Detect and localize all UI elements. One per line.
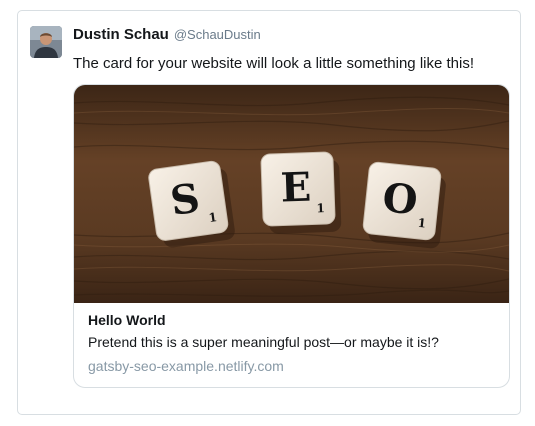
tile-o-value: 1 bbox=[417, 216, 427, 231]
card-body: Hello World Pretend this is a super mean… bbox=[88, 311, 497, 375]
card-domain[interactable]: gatsby-seo-example.netlify.com bbox=[88, 357, 497, 375]
link-preview-card[interactable]: S 1 E 1 O 1 Hello World Pretend this is … bbox=[73, 84, 510, 388]
card-title: Hello World bbox=[88, 312, 166, 328]
avatar-image bbox=[30, 26, 62, 58]
display-name[interactable]: Dustin Schau bbox=[73, 26, 169, 43]
card-description: Pretend this is a super meaningful post—… bbox=[88, 334, 439, 350]
tile-o-letter: O bbox=[380, 174, 420, 224]
tile-e-letter: E bbox=[280, 164, 312, 212]
tweet-header: Dustin Schau @SchauDustin bbox=[73, 25, 261, 45]
tile-e-value: 1 bbox=[316, 201, 325, 215]
avatar[interactable] bbox=[30, 26, 62, 58]
user-handle[interactable]: @SchauDustin bbox=[174, 27, 261, 42]
card-image: S 1 E 1 O 1 bbox=[74, 85, 509, 303]
tweet-text: The card for your website will look a li… bbox=[73, 55, 475, 72]
tweet-card: Dustin Schau @SchauDustin The card for yo… bbox=[17, 10, 521, 415]
